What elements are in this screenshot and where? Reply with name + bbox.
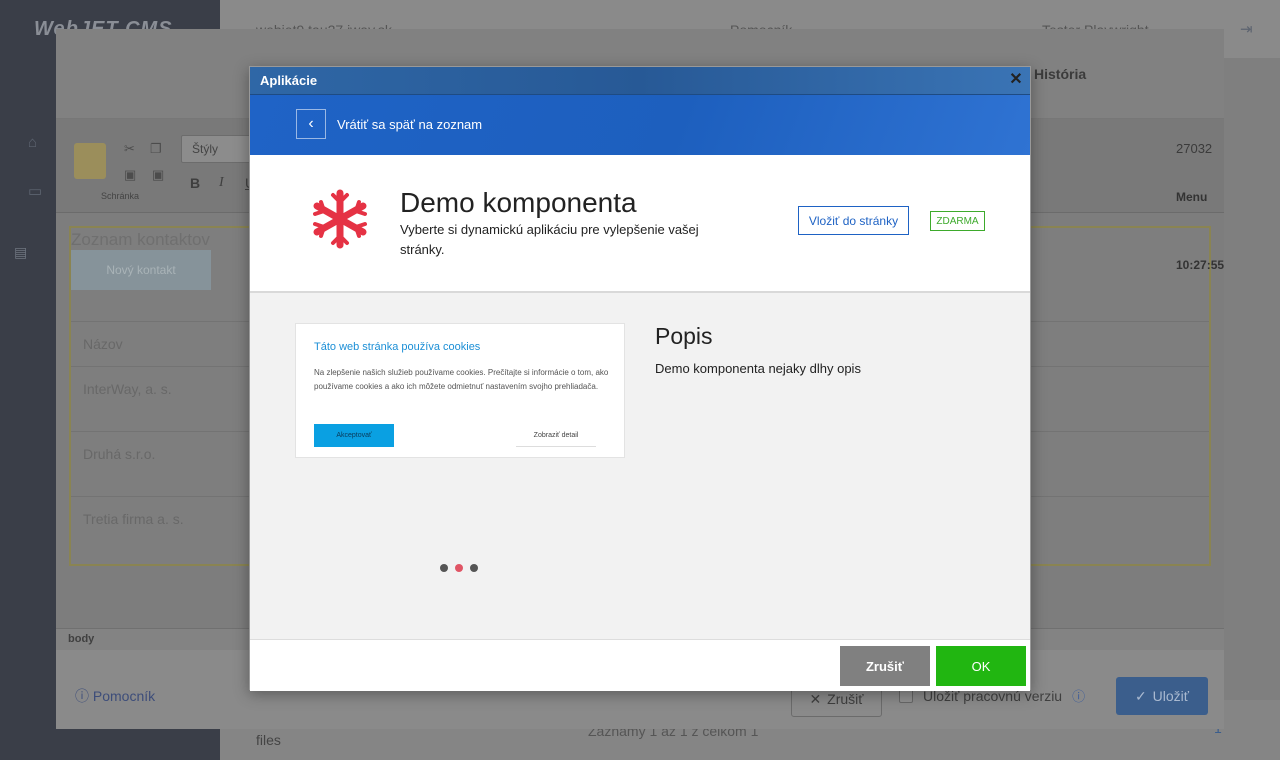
check-icon: ✓	[1134, 687, 1147, 704]
home-icon[interactable]: ⌂	[28, 134, 37, 151]
price-badge: ZDARMA	[930, 211, 985, 231]
help-label: Pomocník	[92, 688, 156, 704]
carousel-dot-3[interactable]	[470, 564, 478, 572]
column-header-name: Menu	[1176, 190, 1208, 204]
description-heading: Popis	[655, 323, 713, 349]
contacts-title: Zoznam kontaktov	[71, 230, 210, 249]
clipboard-label: Schránka	[101, 191, 140, 201]
logout-icon[interactable]: ⇥	[1240, 20, 1253, 38]
preview-text: Na zlepšenie našich služieb používame co…	[314, 368, 609, 391]
cancel-button[interactable]: Zrušiť	[840, 646, 930, 686]
question-icon: ⓘ	[75, 688, 89, 704]
save-button[interactable]: ✓ Uložiť	[1116, 677, 1208, 715]
snowflake-icon	[313, 189, 367, 249]
new-contact-button[interactable]: Nový kontakt	[71, 250, 211, 290]
id-value: 27032	[1176, 141, 1213, 156]
bold-button[interactable]: B	[190, 175, 200, 191]
component-subtitle: Vyberte si dynamickú aplikáciu pre vylep…	[400, 222, 699, 257]
modal-titlebar[interactable]: Aplikácie ✕	[250, 67, 1030, 95]
modal-footer: Zrušiť OK	[250, 639, 1030, 691]
info-icon[interactable]: ⓘ	[1072, 686, 1085, 705]
italic-button[interactable]: I	[219, 175, 224, 191]
preview-accept-button: Akceptovať	[314, 424, 394, 447]
carousel-dot-2[interactable]	[455, 564, 463, 572]
tree-item-files[interactable]: files	[256, 732, 281, 748]
paste-text-icon[interactable]: ▣	[124, 167, 136, 183]
applications-modal: Aplikácie ✕ ‹ Vrátiť sa späť na zoznam D…	[249, 66, 1031, 691]
folder-icon[interactable]: ▭	[28, 182, 42, 200]
chevron-left-icon: ‹	[308, 115, 314, 132]
sidebar-item-zoznam[interactable]: ▤	[14, 244, 27, 261]
timestamp: 10:27:55	[1176, 258, 1225, 272]
help-link[interactable]: ⓘ Pomocník	[75, 686, 155, 706]
back-link[interactable]: Vrátiť sa späť na zoznam	[337, 117, 482, 132]
back-band: ‹ Vrátiť sa späť na zoznam	[250, 95, 1030, 155]
editor-cancel-label: Zrušiť	[827, 691, 864, 707]
preview-title: Táto web stránka používa cookies	[314, 341, 481, 353]
component-header: Demo komponenta Vyberte si dynamickú apl…	[250, 155, 1030, 293]
back-button[interactable]: ‹	[296, 109, 326, 139]
close-icon[interactable]: ✕	[1008, 72, 1024, 88]
ok-button[interactable]: OK	[936, 646, 1026, 686]
carousel-dots	[440, 564, 478, 572]
modal-title: Aplikácie	[260, 73, 318, 88]
paste-word-icon[interactable]: ▣	[152, 167, 164, 183]
preview-detail-button: Zobraziť detail	[516, 424, 596, 447]
description-text: Demo komponenta nejaky dlhy opis	[655, 361, 861, 376]
component-details: Táto web stránka používa cookies Na zlep…	[250, 293, 1030, 639]
copy-icon[interactable]: ❐	[150, 141, 162, 157]
close-icon: ✕	[809, 690, 822, 707]
component-name: Demo komponenta	[400, 187, 637, 218]
document-icon: ▤	[14, 244, 28, 260]
tab-history[interactable]: História	[1034, 66, 1086, 82]
screenshot-preview[interactable]: Táto web stránka používa cookies Na zlep…	[295, 323, 625, 458]
save-label: Uložiť	[1152, 688, 1190, 704]
insert-into-page-button[interactable]: Vložiť do stránky	[798, 206, 909, 235]
cut-icon[interactable]: ✂	[124, 141, 135, 157]
carousel-dot-1[interactable]	[440, 564, 448, 572]
paste-icon[interactable]	[74, 143, 106, 179]
